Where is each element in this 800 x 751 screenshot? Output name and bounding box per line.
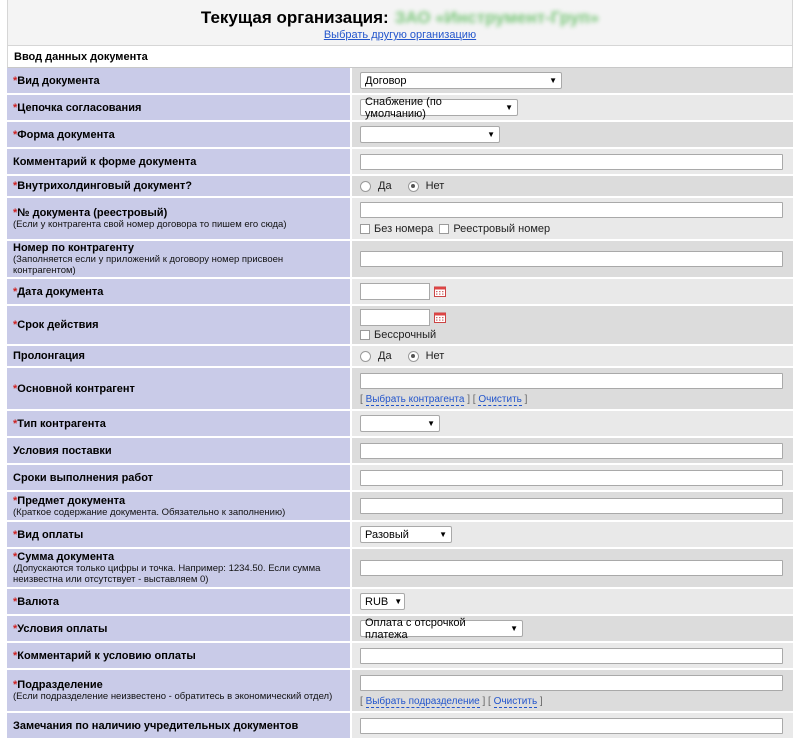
prolongation-yes-radio[interactable] [360, 350, 371, 362]
row-main-counterparty: *Основной контрагент [ Выбрать контраген… [7, 368, 793, 411]
row-validity: *Срок действия Бессрочный [7, 306, 793, 346]
row-counterparty-type: *Тип контрагента ▼ [7, 411, 793, 438]
counterparty-type-label: Тип контрагента [17, 417, 106, 430]
doc-type-label: Вид документа [17, 74, 100, 87]
founding-docs-input[interactable] [360, 717, 783, 734]
chevron-down-icon: ▼ [549, 76, 557, 85]
work-terms-label: Сроки выполнения работ [13, 471, 154, 484]
counterparty-type-select[interactable]: ▼ [360, 415, 440, 432]
payment-comment-input[interactable] [360, 647, 783, 664]
amount-input[interactable] [360, 560, 783, 576]
payment-terms-select[interactable]: Оплата с отсрочкой платежа ▼ [360, 617, 523, 641]
main-counterparty-label: Основной контрагент [17, 382, 135, 395]
department-input[interactable] [360, 674, 783, 691]
row-doc-number: *№ документа (реестровый) (Если у контра… [7, 198, 793, 241]
header-title-text: Текущая организация: [200, 8, 389, 27]
doc-number-input[interactable] [360, 202, 783, 218]
subject-hint: (Краткое содержание документа. Обязатель… [13, 506, 286, 518]
row-amount: *Сумма документа (Допускаются только циф… [7, 549, 793, 589]
intra-yes-radio[interactable] [360, 180, 371, 192]
row-doc-date: *Дата документа [7, 279, 793, 306]
doc-date-label: Дата документа [17, 285, 104, 298]
document-form-page: Текущая организация: ЗАО «Инструмент-Груп… [7, 0, 793, 751]
founding-docs-label: Замечания по наличию учредительных докум… [13, 719, 299, 732]
row-subject: *Предмет документа (Краткое содержание д… [7, 492, 793, 522]
calendar-icon[interactable] [434, 312, 446, 323]
organization-name: ЗАО «Инструмент-Груп» [394, 8, 600, 27]
counterparty-number-input[interactable] [360, 251, 783, 267]
row-payment-terms: *Условия оплаты Оплата с отсрочкой плате… [7, 616, 793, 643]
main-counterparty-input[interactable] [360, 372, 783, 389]
row-payment-comment: *Комментарий к условию оплаты [7, 643, 793, 670]
doc-date-input[interactable] [360, 283, 430, 300]
subject-label: Предмет документа [17, 494, 126, 507]
no-number-checkbox[interactable] [360, 224, 370, 234]
doc-form-label: Форма документа [17, 128, 115, 141]
form-comment-label: Комментарий к форме документа [13, 155, 197, 168]
payment-type-label: Вид оплаты [17, 528, 84, 541]
unlimited-checkbox[interactable] [360, 330, 370, 340]
validity-label: Срок действия [17, 319, 99, 331]
doc-form-select[interactable]: ▼ [360, 126, 500, 143]
section-title: Ввод данных документа [7, 46, 793, 68]
chevron-down-icon: ▼ [510, 624, 518, 633]
amount-hint: (Допускаются только цифры и точка. Напри… [13, 563, 321, 585]
row-form-comment: Комментарий к форме документа [7, 149, 793, 176]
department-hint: (Если подразделение неизвестено - обрати… [13, 691, 333, 702]
row-founding-docs: Замечания по наличию учредительных докум… [7, 713, 793, 740]
counterparty-number-label: Номер по контрагенту [13, 242, 135, 254]
change-organization-link[interactable]: Выбрать другую организацию [8, 29, 792, 41]
row-counterparty-number: Номер по контрагенту (Заполняется если у… [7, 241, 793, 279]
chevron-down-icon: ▼ [487, 130, 495, 139]
work-terms-input[interactable] [360, 469, 783, 486]
registry-number-checkbox[interactable] [439, 224, 450, 234]
clear-counterparty-link[interactable]: Очистить [478, 393, 522, 406]
row-intra-holding: *Внутрихолдинговый документ? Да Нет [7, 176, 793, 198]
row-delivery-terms: Условия поставки [7, 438, 793, 465]
clear-department-link[interactable]: Очистить [493, 695, 538, 708]
prolongation-no-radio[interactable] [407, 350, 419, 362]
form-comment-input[interactable] [360, 153, 783, 170]
select-counterparty-link[interactable]: Выбрать контрагента [365, 393, 465, 406]
counterparty-number-hint: (Заполняется если у приложений к договор… [13, 254, 284, 276]
chain-label: Цепочка согласования [17, 101, 142, 114]
select-department-link[interactable]: Выбрать подразделение [365, 695, 480, 708]
payment-type-select[interactable]: Разовый ▼ [360, 526, 452, 543]
chain-select[interactable]: Снабжение (по умолчанию) ▼ [360, 96, 518, 120]
chevron-down-icon: ▼ [505, 103, 513, 112]
department-label: Подразделение [17, 679, 103, 691]
intra-holding-label: Внутрихолдинговый документ? [17, 180, 192, 192]
currency-select[interactable]: RUB ▼ [360, 593, 405, 610]
header: Текущая организация: ЗАО «Инструмент-Груп… [7, 0, 793, 46]
doc-number-label: № документа (реестровый) [17, 207, 168, 219]
amount-label: Сумма документа [17, 551, 115, 563]
row-doc-form: *Форма документа ▼ [7, 122, 793, 149]
chevron-down-icon: ▼ [427, 419, 435, 428]
currency-label: Валюта [17, 595, 59, 608]
row-payment-type: *Вид оплаты Разовый ▼ [7, 522, 793, 549]
subject-input[interactable] [360, 498, 783, 514]
row-currency: *Валюта RUB ▼ [7, 589, 793, 616]
doc-type-select[interactable]: Договор ▼ [360, 72, 562, 89]
delivery-terms-input[interactable] [360, 442, 783, 459]
validity-date-input[interactable] [360, 309, 430, 326]
row-work-terms: Сроки выполнения работ [7, 465, 793, 492]
prolongation-label: Пролонгация [13, 350, 85, 362]
row-department: *Подразделение (Если подразделение неизв… [7, 670, 793, 713]
payment-comment-label: Комментарий к условию оплаты [17, 649, 196, 662]
payment-terms-label: Условия оплаты [17, 622, 108, 635]
doc-number-hint: (Если у контрагента свой номер договора … [13, 219, 287, 230]
row-doc-type: *Вид документа Договор ▼ [7, 68, 793, 95]
delivery-terms-label: Условия поставки [13, 444, 112, 457]
intra-no-radio[interactable] [407, 180, 419, 192]
row-chain: *Цепочка согласования Снабжение (по умол… [7, 95, 793, 122]
page-title: Текущая организация: ЗАО «Инструмент-Груп… [8, 8, 792, 28]
chevron-down-icon: ▼ [394, 597, 403, 606]
chevron-down-icon: ▼ [439, 530, 447, 539]
calendar-icon[interactable] [434, 286, 446, 297]
row-prolongation: Пролонгация Да Нет [7, 346, 793, 368]
